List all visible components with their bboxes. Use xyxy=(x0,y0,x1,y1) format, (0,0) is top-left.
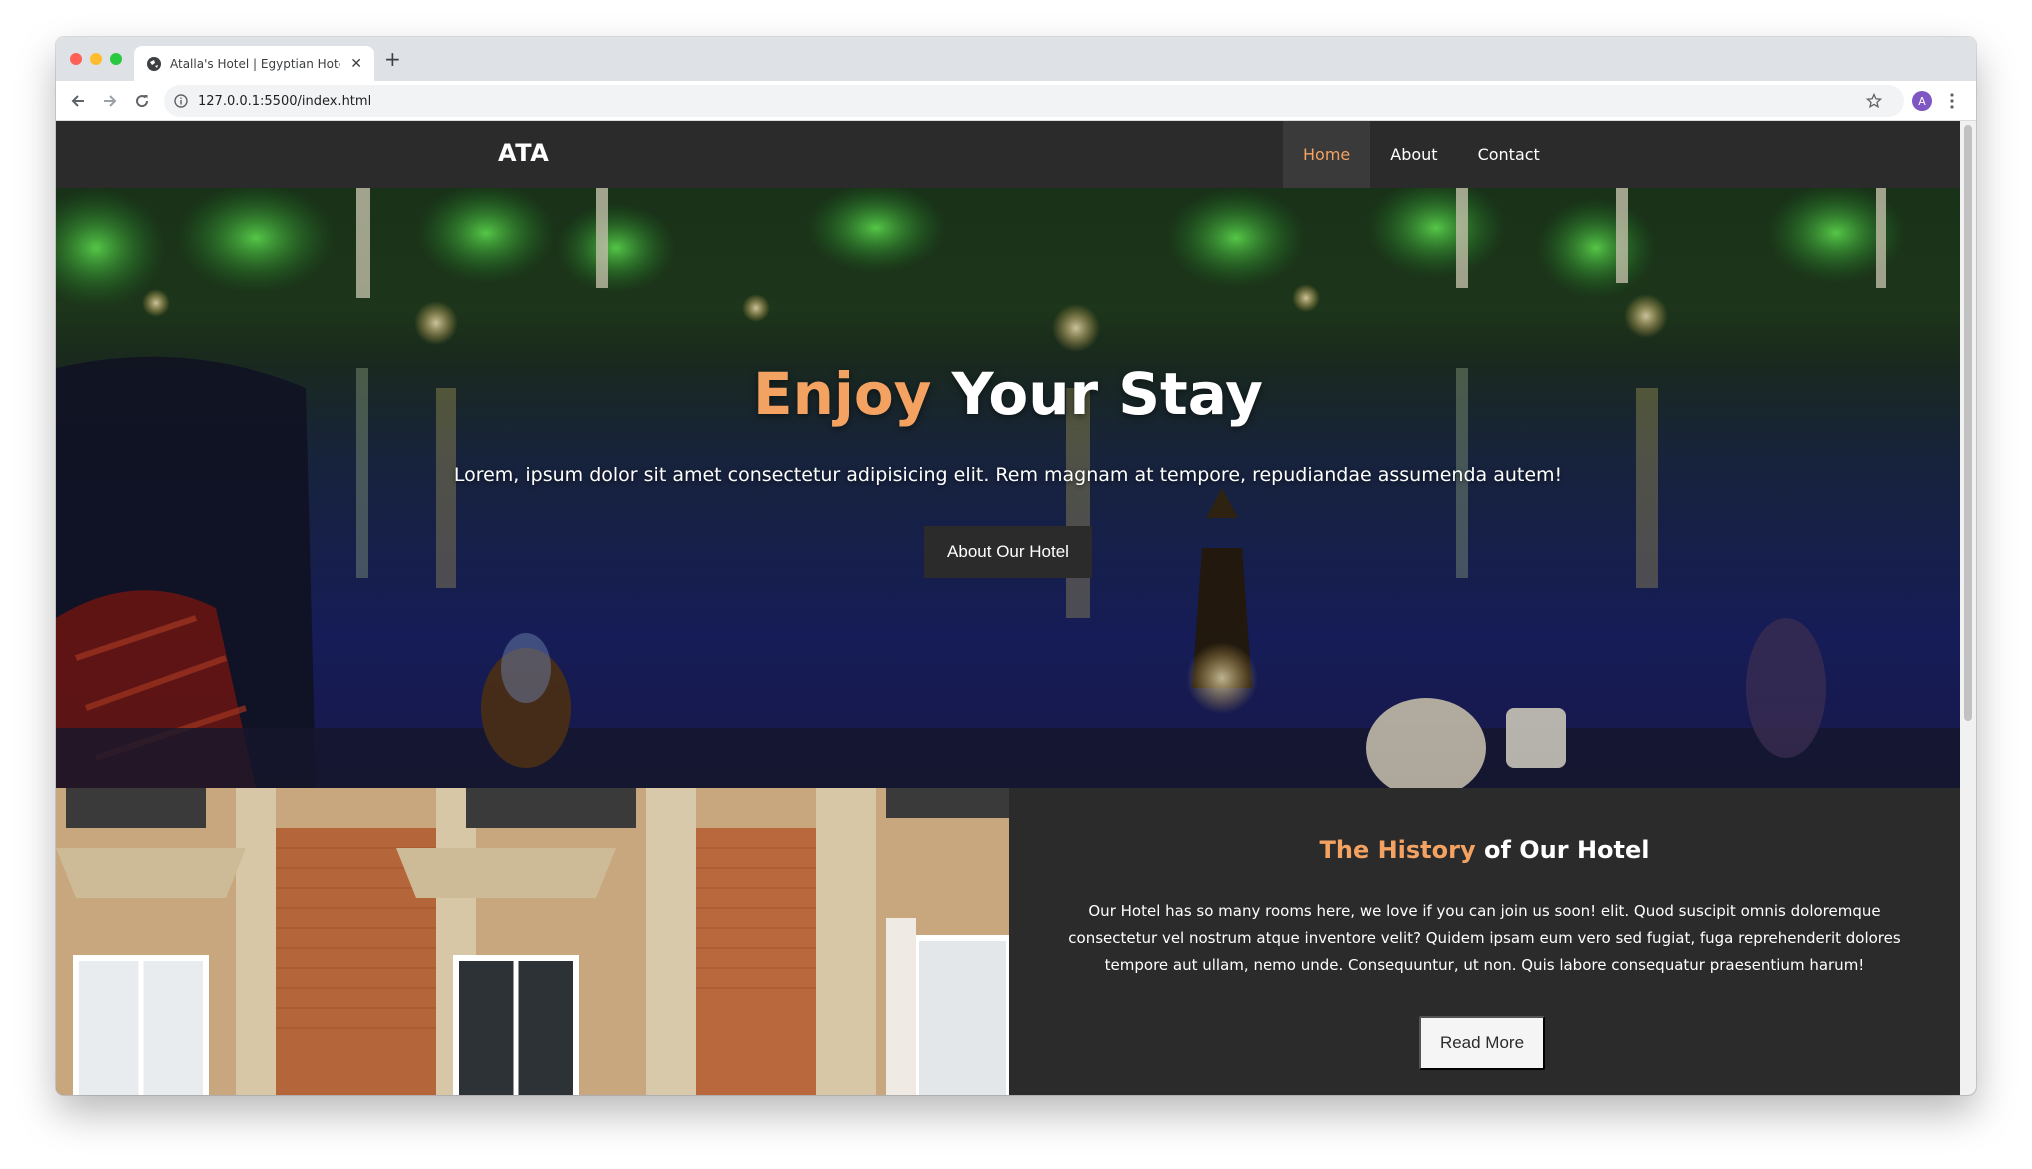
maximize-window-button[interactable] xyxy=(110,53,122,65)
read-more-button[interactable]: Read More xyxy=(1419,1016,1545,1070)
history-title-rest: of Our Hotel xyxy=(1475,836,1650,864)
url-text: 127.0.0.1:5500/index.html xyxy=(198,93,372,109)
back-arrow-icon[interactable] xyxy=(68,91,88,111)
reload-icon[interactable] xyxy=(132,91,152,111)
nav-link-home[interactable]: Home xyxy=(1283,121,1371,188)
globe-icon xyxy=(147,56,161,71)
forward-arrow-icon[interactable] xyxy=(100,91,120,111)
info-icon[interactable] xyxy=(174,94,188,108)
hero-title-accent: Enjoy xyxy=(753,360,932,428)
bookmark-star-icon[interactable] xyxy=(1866,93,1882,109)
tab-title: Atalla's Hotel | Egyptian Hotel xyxy=(170,56,340,71)
close-window-button[interactable] xyxy=(70,53,82,65)
hero-title-rest: Your Stay xyxy=(931,360,1263,428)
hero-content: Enjoy Your Stay Lorem, ipsum dolor sit a… xyxy=(56,188,1960,788)
history-title-accent: The History xyxy=(1319,836,1476,864)
browser-window: Atalla's Hotel | Egyptian Hotel ✕ + 127.… xyxy=(56,37,1976,1095)
minimize-window-button[interactable] xyxy=(90,53,102,65)
browser-tab[interactable]: Atalla's Hotel | Egyptian Hotel ✕ xyxy=(134,46,374,81)
site-navbar: ATA Home About Contact xyxy=(56,121,1960,188)
more-options-icon[interactable] xyxy=(1950,92,1954,110)
profile-avatar[interactable]: A xyxy=(1912,91,1932,111)
brand-logo[interactable]: ATA xyxy=(498,139,549,167)
history-title: The History of Our Hotel xyxy=(1009,836,1960,864)
page-viewport: ATA Home About Contact Enjoy Your Stay L… xyxy=(56,121,1976,1095)
nav-link-about[interactable]: About xyxy=(1370,121,1457,188)
history-panel: The History of Our Hotel Our Hotel has s… xyxy=(1009,788,1960,1095)
history-description: Our Hotel has so many rooms here, we lov… xyxy=(1068,902,1901,974)
about-hotel-button[interactable]: About Our Hotel xyxy=(924,526,1092,578)
history-section: The History of Our Hotel Our Hotel has s… xyxy=(56,788,1960,1095)
tab-close-icon[interactable]: ✕ xyxy=(350,56,362,72)
new-tab-icon[interactable]: + xyxy=(384,49,401,69)
address-bar[interactable]: 127.0.0.1:5500/index.html xyxy=(164,85,1904,117)
page-scrollbar[interactable] xyxy=(1960,121,1976,1095)
scrollbar-thumb[interactable] xyxy=(1964,125,1972,721)
browser-toolbar: 127.0.0.1:5500/index.html A xyxy=(56,81,1976,121)
nav-links: Home About Contact xyxy=(1283,121,1560,188)
nav-link-contact[interactable]: Contact xyxy=(1458,121,1560,188)
tab-bar: Atalla's Hotel | Egyptian Hotel ✕ + xyxy=(56,37,1976,81)
hero-description: Lorem, ipsum dolor sit amet consectetur … xyxy=(453,464,1563,486)
hotel-facade-image xyxy=(56,788,1009,1095)
hero-title: Enjoy Your Stay xyxy=(56,360,1960,428)
hero-section: Enjoy Your Stay Lorem, ipsum dolor sit a… xyxy=(56,188,1960,788)
